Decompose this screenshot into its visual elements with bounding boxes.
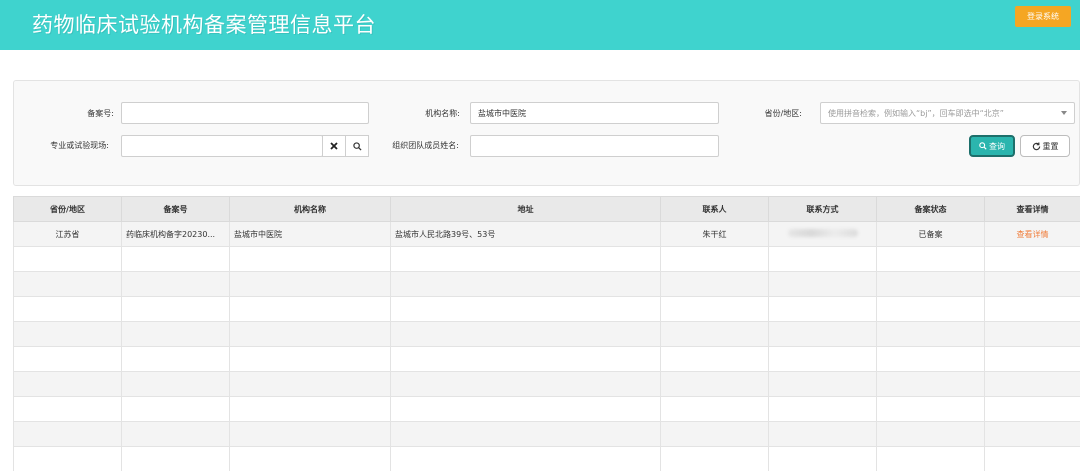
column-header[interactable]: 机构名称 [229, 196, 391, 222]
column-header[interactable]: 联系方式 [768, 196, 877, 222]
org-name-input[interactable]: 盐城市中医院 [470, 102, 719, 124]
table-row [13, 446, 1080, 471]
province-select[interactable]: 使用拼音检索，例如输入“bj”，回车即选中“北京” [820, 102, 1075, 124]
org-name-label: 机构名称: [425, 109, 460, 118]
site-title: 药物临床试验机构备案管理信息平台 [32, 13, 376, 37]
reset-button[interactable]: 重置 [1020, 135, 1070, 157]
table-row [13, 296, 1080, 322]
cell-detail: 查看详情 [984, 221, 1080, 247]
column-header[interactable]: 地址 [390, 196, 661, 222]
search-panel: 备案号: 机构名称: 盐城市中医院 省份/地区: 使用拼音检索，例如输入“bj”… [13, 80, 1080, 186]
team-member-label: 组织团队成员姓名: [392, 141, 459, 150]
cell-org-name: 盐城市中医院 [229, 221, 391, 247]
query-button[interactable]: 查询 [969, 135, 1015, 157]
chevron-down-icon [1061, 111, 1067, 115]
table-row[interactable]: 江苏省 药临床机构备字20230... 盐城市中医院 盐城市人民北路39号、53… [13, 221, 1080, 247]
results-table-wrap: 省份/地区 备案号 机构名称 地址 联系人 联系方式 备案状态 查看详情 江苏省… [13, 196, 1080, 471]
table-header-row: 省份/地区 备案号 机构名称 地址 联系人 联系方式 备案状态 查看详情 [13, 196, 1080, 222]
column-header[interactable]: 联系人 [660, 196, 769, 222]
table-row [13, 371, 1080, 397]
table-row [13, 346, 1080, 372]
specialty-label: 专业或试验现场: [50, 141, 109, 150]
column-header[interactable]: 查看详情 [984, 196, 1080, 222]
cell-phone [768, 221, 877, 247]
login-button[interactable]: 登录系统 [1015, 6, 1071, 27]
close-icon [330, 142, 338, 150]
view-detail-link[interactable]: 查看详情 [1017, 230, 1049, 239]
search-icon [979, 142, 987, 150]
team-member-input[interactable] [470, 135, 719, 157]
province-label: 省份/地区: [764, 109, 802, 118]
search-icon [352, 141, 362, 151]
record-no-input[interactable] [121, 102, 369, 124]
table-row [13, 246, 1080, 272]
cell-contact: 朱干红 [660, 221, 769, 247]
column-header[interactable]: 备案号 [121, 196, 230, 222]
table-row [13, 396, 1080, 422]
specialty-input[interactable] [121, 135, 323, 157]
cell-status: 已备案 [876, 221, 985, 247]
table-row [13, 421, 1080, 447]
record-no-label: 备案号: [87, 109, 114, 118]
table-row [13, 321, 1080, 347]
redacted-phone [787, 229, 858, 237]
cell-province: 江苏省 [13, 221, 122, 247]
query-label: 查询 [989, 141, 1005, 151]
cell-address: 盐城市人民北路39号、53号 [390, 221, 661, 247]
search-specialty-button[interactable] [345, 135, 369, 157]
column-header[interactable]: 备案状态 [876, 196, 985, 222]
results-table: 省份/地区 备案号 机构名称 地址 联系人 联系方式 备案状态 查看详情 江苏省… [13, 196, 1080, 471]
top-header: 药物临床试验机构备案管理信息平台 登录系统 [0, 0, 1080, 50]
cell-record-no: 药临床机构备字20230... [121, 221, 230, 247]
clear-button[interactable] [322, 135, 346, 157]
table-row [13, 271, 1080, 297]
refresh-icon [1032, 142, 1041, 151]
reset-label: 重置 [1042, 141, 1059, 151]
province-placeholder: 使用拼音检索，例如输入“bj”，回车即选中“北京” [828, 108, 1004, 118]
column-header[interactable]: 省份/地区 [13, 196, 122, 222]
